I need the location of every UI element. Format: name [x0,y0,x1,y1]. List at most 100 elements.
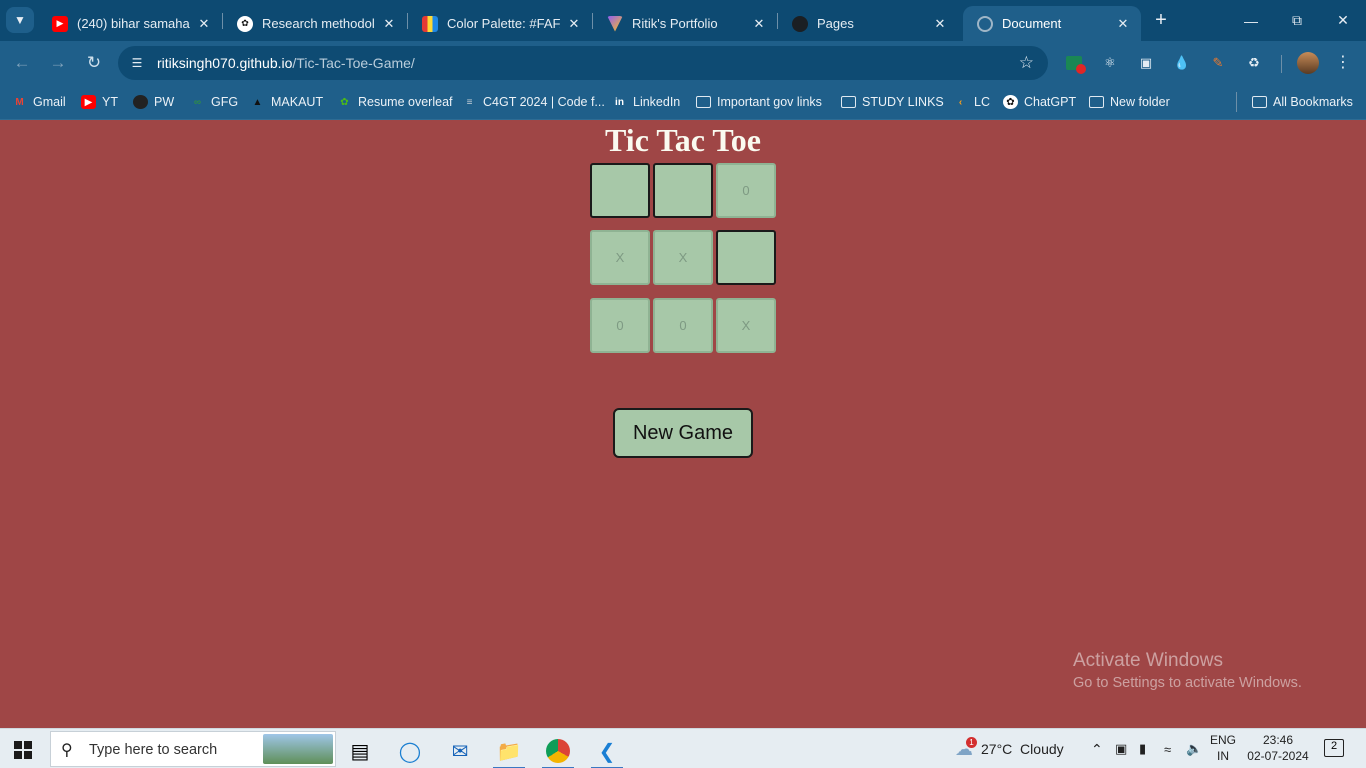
clock-date: 02-07-2024 [1247,749,1309,763]
close-tab-icon[interactable]: ✕ [566,16,582,32]
tab-research[interactable]: ✿ Research methodology ✕ [223,6,407,41]
tab-document[interactable]: Document ✕ [963,6,1141,41]
extension-mail-icon[interactable] [1063,52,1086,74]
bookmark-label: Important gov links [717,95,822,109]
close-window-button[interactable]: ✕ [1320,0,1366,41]
wifi-icon[interactable]: ≈ [1164,729,1171,768]
battery-icon[interactable]: ▮ [1139,729,1146,768]
close-tab-icon[interactable]: ✕ [751,16,767,32]
bookmark-study-links[interactable]: STUDY LINKS [841,93,944,111]
board-cell[interactable]: 0 [716,163,776,218]
back-arrow-icon[interactable]: ← [10,51,34,75]
search-icon: ⚲ [61,742,73,759]
youtube-icon: ▶ [81,95,96,109]
address-bar[interactable]: ☰ ritiksingh070.github.io/Tic-Tac-Toe-Ga… [118,46,1048,80]
close-tab-icon[interactable]: ✕ [1115,16,1131,32]
folder-icon [1252,96,1267,108]
vscode-icon[interactable]: ❮ [587,733,627,768]
show-hidden-icons[interactable]: ⌃ [1091,729,1103,768]
bookmark-gfg[interactable]: ∞ GFG [190,93,238,111]
url-text[interactable]: ritiksingh070.github.io/Tic-Tac-Toe-Game… [157,55,415,71]
weather-widget[interactable]: ☁ 1 27°C Cloudy [955,729,1064,768]
bookmark-yt[interactable]: ▶ YT [81,93,118,111]
color-drop-icon[interactable]: 💧 [1171,52,1193,74]
meet-now-icon[interactable]: ▣ [1115,729,1127,768]
tab-youtube[interactable]: ▶ (240) bihar samaharna ✕ [38,6,222,41]
mail-icon[interactable]: ✉ [440,733,480,768]
reload-icon[interactable]: ↻ [82,51,106,75]
windows-start-icon[interactable] [14,741,32,759]
system-clock[interactable]: 23:46 02-07-2024 [1240,732,1316,764]
all-bookmarks-label: All Bookmarks [1273,95,1353,109]
site-settings-icon[interactable]: ☰ [128,54,146,72]
react-devtools-icon[interactable]: ⚛ [1099,52,1121,74]
bookmark-star-icon[interactable]: ☆ [1019,53,1034,73]
bookmark-label: Resume overleaf [358,95,453,109]
tab-title: Research methodology [262,16,375,31]
profile-avatar[interactable] [1297,52,1319,74]
tab-pages[interactable]: Pages ✕ [778,6,958,41]
bookmark-chatgpt[interactable]: ✿ ChatGPT [1003,93,1076,111]
bookmark-label: PW [154,95,175,109]
edge-icon[interactable]: ◯ [390,733,430,768]
gfg-icon: ∞ [193,96,202,108]
close-tab-icon[interactable]: ✕ [381,16,397,32]
forward-arrow-icon[interactable]: → [46,51,70,75]
openai-icon: ✿ [237,15,253,32]
input-language[interactable]: ENG IN [1210,732,1236,764]
board-cell[interactable] [590,163,650,218]
bookmark-c4gt[interactable]: ≡ C4GT 2024 | Code f... [462,93,605,111]
restore-button[interactable]: ⧉ [1274,0,1320,41]
file-explorer-icon[interactable]: 📁 [489,733,529,768]
bookmark-makaut[interactable]: ▲ MAKAUT [250,93,324,111]
close-tab-icon[interactable]: ✕ [932,16,948,32]
chrome-icon[interactable] [538,733,578,768]
board-cell[interactable] [653,163,713,218]
folder-icon [1089,96,1104,108]
extension-window-icon[interactable]: ▣ [1135,52,1157,74]
taskbar-search-input[interactable]: ⚲ Type here to search [50,731,336,767]
bookmark-pw[interactable]: PW [133,93,174,111]
pen-icon[interactable]: ✎ [1207,52,1229,74]
board-cell[interactable]: X [653,230,713,285]
bookmark-label: Gmail [33,95,66,109]
globe-icon [977,15,993,32]
bookmark-linkedin[interactable]: in LinkedIn [612,93,680,111]
all-bookmarks[interactable]: All Bookmarks [1252,93,1353,111]
url-host: ritiksingh070.github.io [157,55,293,71]
bookmark-overleaf[interactable]: ✿ Resume overleaf [337,93,453,111]
extensions-puzzle-icon[interactable]: ♻ [1243,52,1265,74]
board-cell[interactable]: X [716,298,776,353]
new-game-button[interactable]: New Game [613,408,753,458]
board-cell[interactable]: 0 [590,298,650,353]
close-tab-icon[interactable]: ✕ [196,16,212,32]
page-title: Tic Tac Toe [605,122,761,158]
tab-search-button[interactable]: ▼ [6,7,34,33]
browser-tab-strip: ▼ ▶ (240) bihar samaharna ✕ ✿ Research m… [0,0,1366,41]
tab-color-palette[interactable]: Color Palette: #FAFAF0 ✕ [408,6,592,41]
menu-kebab-icon[interactable]: ⋮ [1333,51,1353,75]
language-code: ENG [1210,733,1237,747]
search-highlight-image [263,734,333,764]
tab-title: Color Palette: #FAFAF0 [447,16,560,31]
task-view-icon[interactable]: ▤ [340,733,380,768]
bookmark-gov-links[interactable]: Important gov links [696,93,822,111]
board-cell[interactable]: X [590,230,650,285]
github-icon [792,15,808,32]
region-code: IN [1217,749,1229,763]
notification-center-icon[interactable]: 2 [1324,739,1344,757]
minimize-button[interactable]: — [1228,0,1274,41]
bookmark-gmail[interactable]: M Gmail [12,93,66,111]
volume-icon[interactable]: 🔈 [1186,729,1202,768]
bookmark-new-folder[interactable]: New folder [1089,93,1170,111]
bookmark-label: YT [102,95,118,109]
board-cell[interactable] [716,230,776,285]
bookmark-label: ChatGPT [1024,95,1077,109]
watermark-subtitle: Go to Settings to activate Windows. [1073,675,1302,691]
tab-portfolio[interactable]: Ritik's Portfolio ✕ [593,6,777,41]
browser-toolbar: ← → ↻ ☰ ritiksingh070.github.io/Tic-Tac-… [0,41,1366,85]
new-tab-button[interactable]: + [1150,8,1172,32]
page-content: Tic Tac Toe 0 X X 0 0 X New Game Activat… [0,121,1366,728]
bookmark-lc[interactable]: ‹ LC [953,93,990,111]
board-cell[interactable]: 0 [653,298,713,353]
